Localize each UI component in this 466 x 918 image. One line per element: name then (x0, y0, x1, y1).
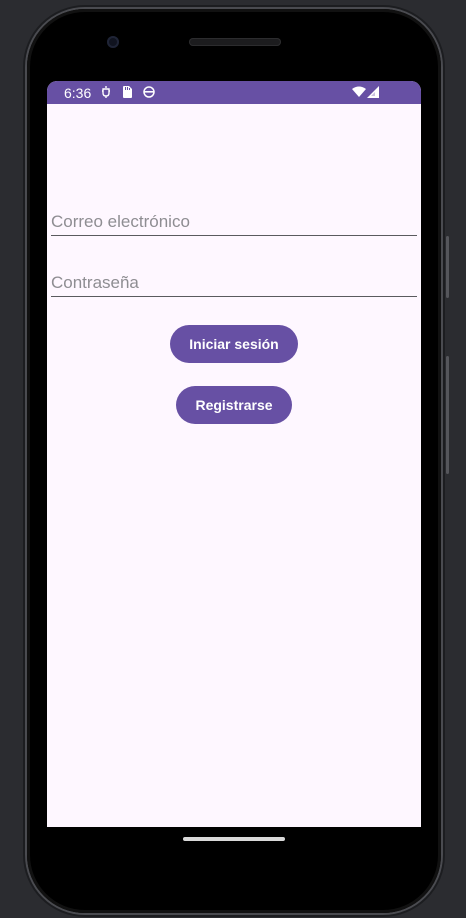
status-bar: 6:36 (47, 81, 421, 104)
password-input[interactable] (51, 270, 417, 296)
email-input[interactable] (51, 209, 417, 235)
login-button[interactable]: Iniciar sesión (170, 325, 298, 363)
wifi-icon (352, 86, 366, 97)
signal-icon (367, 86, 379, 98)
sd-card-icon (123, 86, 132, 98)
front-camera (107, 36, 119, 48)
status-time: 6:36 (64, 85, 92, 101)
email-field (51, 209, 417, 236)
power-button (446, 356, 449, 474)
register-button[interactable]: Registrarse (176, 386, 292, 424)
app-screen: 6:36 Iniciar sesión Registrarse (47, 81, 421, 827)
password-field (51, 270, 417, 297)
debug-icon (102, 86, 110, 98)
volume-button (446, 236, 449, 298)
home-gesture-bar[interactable] (183, 837, 285, 841)
android-icon (143, 86, 155, 98)
earpiece-speaker (189, 38, 281, 46)
